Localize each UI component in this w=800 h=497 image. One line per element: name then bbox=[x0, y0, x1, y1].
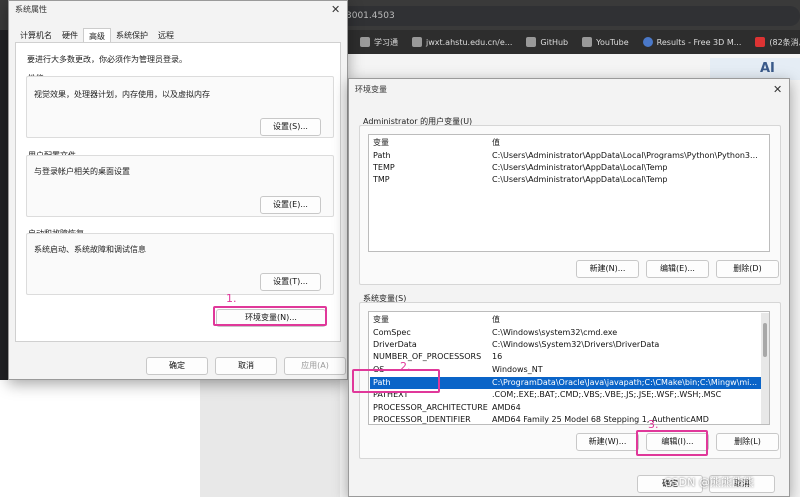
background-page-panel bbox=[200, 380, 340, 497]
user-edit-button[interactable]: 编辑(E)... bbox=[646, 260, 709, 278]
globe-icon bbox=[360, 37, 370, 47]
system-delete-button[interactable]: 删除(L) bbox=[716, 433, 779, 451]
close-icon[interactable]: ✕ bbox=[773, 84, 782, 96]
annotation-label-3: 3. bbox=[648, 418, 659, 431]
user-profiles-group: 与登录帐户相关的桌面设置 设置(E)... bbox=[26, 155, 334, 217]
globe-icon bbox=[642, 37, 653, 47]
annotation-box-3 bbox=[636, 430, 708, 456]
bookmark-0[interactable]: 学习通 bbox=[360, 37, 398, 48]
dialog-title: 环境变量 bbox=[355, 85, 387, 94]
annotation-label-1: 1. bbox=[226, 292, 237, 305]
user-variables-group: 变量 值 Path C:\Users\Administrator\AppData\… bbox=[359, 125, 781, 285]
user-profiles-desc: 与登录帐户相关的桌面设置 bbox=[34, 167, 130, 176]
bookmark-1[interactable]: jwxt.ahstu.edu.cn/e... bbox=[412, 37, 512, 47]
performance-desc: 视觉效果，处理器计划，内存使用，以及虚拟内存 bbox=[34, 90, 210, 99]
column-header-value[interactable]: 值 bbox=[492, 137, 500, 149]
user-variables-table: 变量 值 Path C:\Users\Administrator\AppData\… bbox=[368, 134, 770, 252]
variable-value: AMD64 bbox=[492, 403, 521, 412]
ok-button[interactable]: 确定 bbox=[146, 357, 208, 375]
table-row[interactable]: PROCESSOR_ARCHITECTURE AMD64 bbox=[370, 402, 768, 414]
performance-settings-button[interactable]: 设置(S)... bbox=[260, 118, 321, 136]
user-delete-button[interactable]: 删除(D) bbox=[716, 260, 779, 278]
github-icon bbox=[526, 37, 537, 47]
table-row[interactable]: Path C:\Users\Administrator\AppData\Local… bbox=[370, 150, 768, 162]
scrollbar[interactable] bbox=[761, 313, 769, 424]
annotation-label-2: 2. bbox=[400, 360, 411, 373]
user-new-button[interactable]: 新建(N)... bbox=[576, 260, 639, 278]
bookmarks-bar: 学习通 jwxt.ahstu.edu.cn/e... GitHub YouTub… bbox=[338, 30, 800, 54]
variable-value: Windows_NT bbox=[492, 365, 543, 374]
variable-name: TEMP bbox=[373, 163, 395, 172]
table-row[interactable]: TMP C:\Users\Administrator\AppData\Local\… bbox=[370, 174, 768, 186]
system-new-button[interactable]: 新建(W)... bbox=[576, 433, 639, 451]
dialog-title: 系统属性 bbox=[15, 5, 47, 14]
variable-name: DriverData bbox=[373, 340, 417, 349]
startup-recovery-desc: 系统启动、系统故障和调试信息 bbox=[34, 245, 146, 254]
browser-address-bar[interactable]: 3001.4503 bbox=[338, 6, 800, 26]
page-banner: AI bbox=[710, 58, 800, 80]
table-row[interactable]: TEMP C:\Users\Administrator\AppData\Local… bbox=[370, 162, 768, 174]
variable-value: AMD64 Family 25 Model 68 Stepping 1, Aut… bbox=[492, 415, 709, 424]
bookmark-label: 学习通 bbox=[374, 37, 398, 47]
bookmark-4[interactable]: Results - Free 3D M... bbox=[642, 37, 742, 47]
admin-note: 要进行大多数更改，你必须作为管理员登录。 bbox=[27, 55, 187, 64]
variable-value: .COM;.EXE;.BAT;.CMD;.VBS;.VBE;.JS;.JSE;.… bbox=[492, 390, 722, 399]
bookmark-2[interactable]: GitHub bbox=[526, 37, 568, 47]
bookmark-label: Results - Free 3D M... bbox=[656, 37, 742, 47]
watermark: CSDN @熊熊熊熊 bbox=[664, 476, 754, 489]
annotation-box-1 bbox=[213, 306, 327, 326]
variable-value: C:\ProgramData\Oracle\Java\javapath;C:\C… bbox=[492, 378, 758, 387]
column-header-variable[interactable]: 变量 bbox=[373, 137, 389, 149]
bookmark-label: GitHub bbox=[540, 37, 569, 47]
csdn-icon bbox=[755, 37, 766, 47]
bookmark-label: jwxt.ahstu.edu.cn/e... bbox=[426, 37, 513, 47]
table-row[interactable]: PROCESSOR_IDENTIFIER AMD64 Family 25 Mode… bbox=[370, 414, 768, 424]
variable-name: ComSpec bbox=[373, 328, 411, 337]
variable-name: NUMBER_OF_PROCESSORS bbox=[373, 352, 482, 361]
page-icon bbox=[582, 37, 593, 47]
variable-value: 16 bbox=[492, 352, 503, 361]
variable-name: PROCESSOR_IDENTIFIER bbox=[373, 415, 471, 424]
cancel-button[interactable]: 取消 bbox=[215, 357, 277, 375]
scrollbar-thumb[interactable] bbox=[763, 323, 767, 357]
bookmark-3[interactable]: YouTube bbox=[582, 37, 629, 47]
annotation-box-2 bbox=[352, 369, 440, 393]
column-header-variable[interactable]: 变量 bbox=[373, 314, 389, 326]
variable-name: Path bbox=[373, 151, 391, 160]
table-row[interactable]: DriverData C:\Windows\System32\Drivers\Dr… bbox=[370, 339, 768, 351]
bookmark-label: (82条消息) 双目 bbox=[769, 37, 800, 47]
bookmark-5[interactable]: (82条消息) 双目 bbox=[755, 37, 800, 48]
variable-value: C:\Users\Administrator\AppData\Local\Tem… bbox=[492, 163, 668, 172]
page-icon bbox=[412, 37, 422, 47]
variable-value: C:\Users\Administrator\AppData\Local\Pro… bbox=[492, 151, 758, 160]
variable-name: TMP bbox=[373, 175, 390, 184]
variable-name: PROCESSOR_ARCHITECTURE bbox=[373, 403, 488, 412]
user-profiles-settings-button[interactable]: 设置(E)... bbox=[260, 196, 321, 214]
variable-value: C:\Users\Administrator\AppData\Local\Tem… bbox=[492, 175, 668, 184]
performance-group: 视觉效果，处理器计划，内存使用，以及虚拟内存 设置(S)... bbox=[26, 76, 334, 138]
close-icon[interactable]: ✕ bbox=[331, 4, 340, 16]
column-header-value[interactable]: 值 bbox=[492, 314, 500, 326]
variable-value: C:\Windows\System32\Drivers\DriverData bbox=[492, 340, 660, 349]
apply-button[interactable]: 应用(A) bbox=[284, 357, 346, 375]
bookmark-label: YouTube bbox=[596, 37, 629, 47]
environment-variables-dialog: 环境变量 ✕ Administrator 的用户变量(U) 变量 值 Path C… bbox=[348, 78, 790, 497]
startup-recovery-settings-button[interactable]: 设置(T)... bbox=[260, 273, 321, 291]
table-row[interactable]: NUMBER_OF_PROCESSORS 16 bbox=[370, 351, 768, 363]
table-header: 变量 值 bbox=[370, 137, 768, 149]
table-row[interactable]: ComSpec C:\Windows\system32\cmd.exe bbox=[370, 327, 768, 339]
variable-value: C:\Windows\system32\cmd.exe bbox=[492, 328, 618, 337]
startup-recovery-group: 系统启动、系统故障和调试信息 设置(T)... bbox=[26, 233, 334, 295]
advanced-panel: 要进行大多数更改，你必须作为管理员登录。 性能 视觉效果，处理器计划，内存使用，… bbox=[15, 42, 341, 342]
table-header: 变量 值 bbox=[370, 314, 768, 326]
system-variables-table: 变量 值 ComSpec C:\Windows\system32\cmd.exe … bbox=[368, 311, 770, 425]
